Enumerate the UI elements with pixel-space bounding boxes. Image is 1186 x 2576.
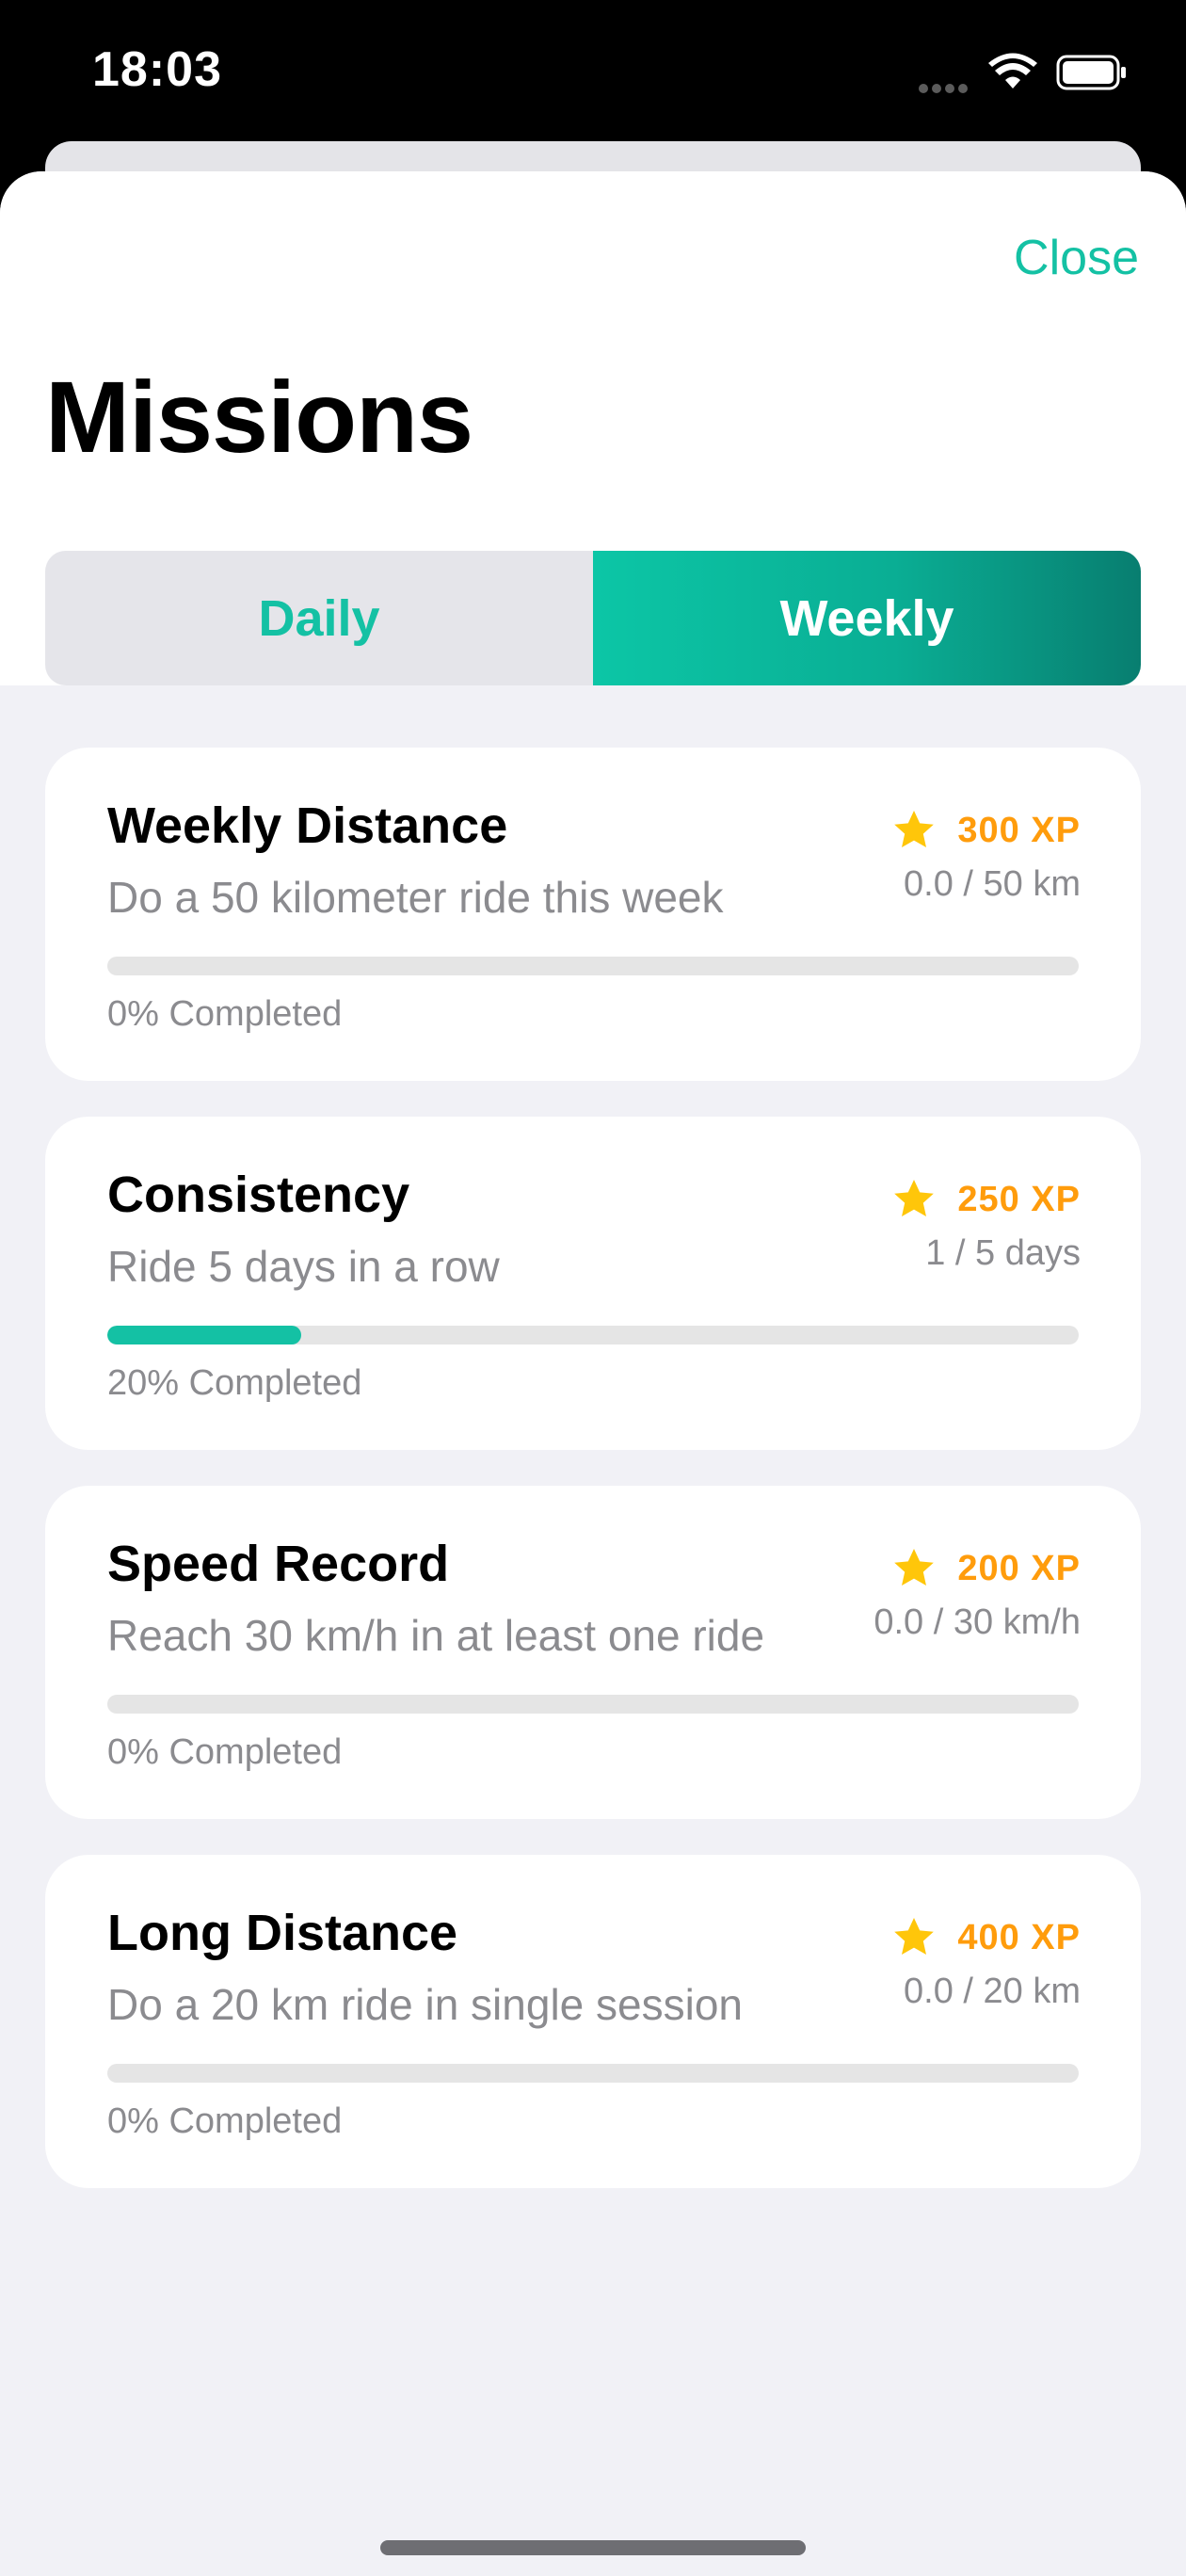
wifi-icon bbox=[988, 53, 1037, 89]
mission-title: Speed Record bbox=[107, 1536, 450, 1592]
star-icon bbox=[894, 811, 935, 847]
status-bar: 18:03 bbox=[0, 0, 1186, 141]
close-button[interactable]: Close bbox=[1014, 230, 1139, 286]
missions-sheet: Close Missions Daily Weekly Weekly Dista… bbox=[0, 171, 1186, 2576]
xp-value: 250 XP bbox=[957, 1179, 1081, 1219]
mission-card-speed-record[interactable]: Speed Record Reach 30 km/h in at least o… bbox=[45, 1486, 1141, 1819]
progress-bar bbox=[107, 2064, 1079, 2083]
xp-value: 400 XP bbox=[957, 1917, 1081, 1957]
mission-title: Weekly Distance bbox=[107, 797, 508, 854]
progress-fill bbox=[107, 1326, 302, 1344]
progress-value: 0.0 / 50 km bbox=[904, 864, 1081, 904]
period-segmented-control: Daily Weekly bbox=[45, 551, 1141, 685]
mission-title: Long Distance bbox=[107, 1905, 458, 1961]
progress-value: 0.0 / 20 km bbox=[904, 1972, 1081, 2011]
completed-label: 0% Completed bbox=[107, 1732, 343, 1772]
xp-reward: 400 XP bbox=[891, 1915, 1081, 1960]
xp-reward: 300 XP bbox=[891, 808, 1081, 853]
home-indicator bbox=[380, 2540, 806, 2555]
progress-bar bbox=[107, 1326, 1079, 1344]
mission-card-long-distance[interactable]: Long Distance Do a 20 km ride in single … bbox=[45, 1855, 1141, 2188]
cellular-signal-icon bbox=[919, 81, 975, 94]
mission-description: Ride 5 days in a row bbox=[107, 1242, 500, 1291]
mission-description: Reach 30 km/h in at least one ride bbox=[107, 1611, 765, 1660]
xp-value: 300 XP bbox=[957, 810, 1081, 850]
xp-value: 200 XP bbox=[957, 1548, 1081, 1588]
completed-label: 0% Completed bbox=[107, 994, 343, 1034]
completed-label: 0% Completed bbox=[107, 2101, 343, 2141]
xp-reward: 250 XP bbox=[891, 1177, 1081, 1222]
tab-weekly[interactable]: Weekly bbox=[593, 551, 1141, 685]
progress-value: 0.0 / 30 km/h bbox=[873, 1602, 1081, 1642]
battery-icon bbox=[1056, 55, 1126, 90]
mission-card-consistency[interactable]: Consistency Ride 5 days in a row 250 XP … bbox=[45, 1117, 1141, 1450]
progress-bar bbox=[107, 957, 1079, 975]
progress-bar bbox=[107, 1695, 1079, 1714]
mission-description: Do a 20 km ride in single session bbox=[107, 1980, 743, 2029]
page-title: Missions bbox=[45, 360, 473, 474]
tab-daily[interactable]: Daily bbox=[45, 551, 593, 685]
progress-value: 1 / 5 days bbox=[925, 1233, 1081, 1273]
star-icon bbox=[894, 1918, 935, 1955]
completed-label: 20% Completed bbox=[107, 1363, 362, 1403]
status-time: 18:03 bbox=[92, 42, 222, 97]
mission-card-weekly-distance[interactable]: Weekly Distance Do a 50 kilometer ride t… bbox=[45, 748, 1141, 1081]
mission-description: Do a 50 kilometer ride this week bbox=[107, 873, 724, 922]
sheet-header: Close Missions Daily Weekly bbox=[0, 171, 1186, 685]
xp-reward: 200 XP bbox=[891, 1546, 1081, 1591]
star-icon bbox=[894, 1549, 935, 1586]
star-icon bbox=[894, 1180, 935, 1216]
mission-title: Consistency bbox=[107, 1167, 410, 1223]
